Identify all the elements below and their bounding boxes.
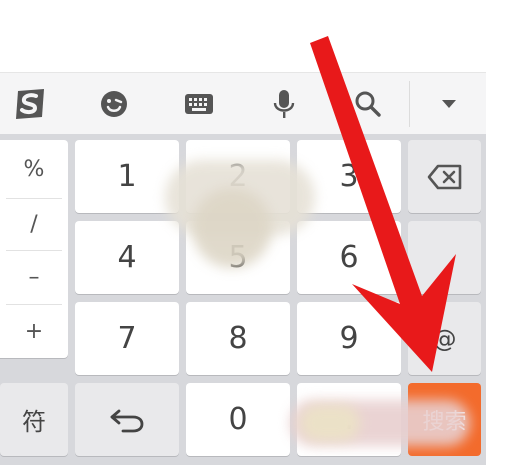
red-arrow-annotation [310,36,456,372]
